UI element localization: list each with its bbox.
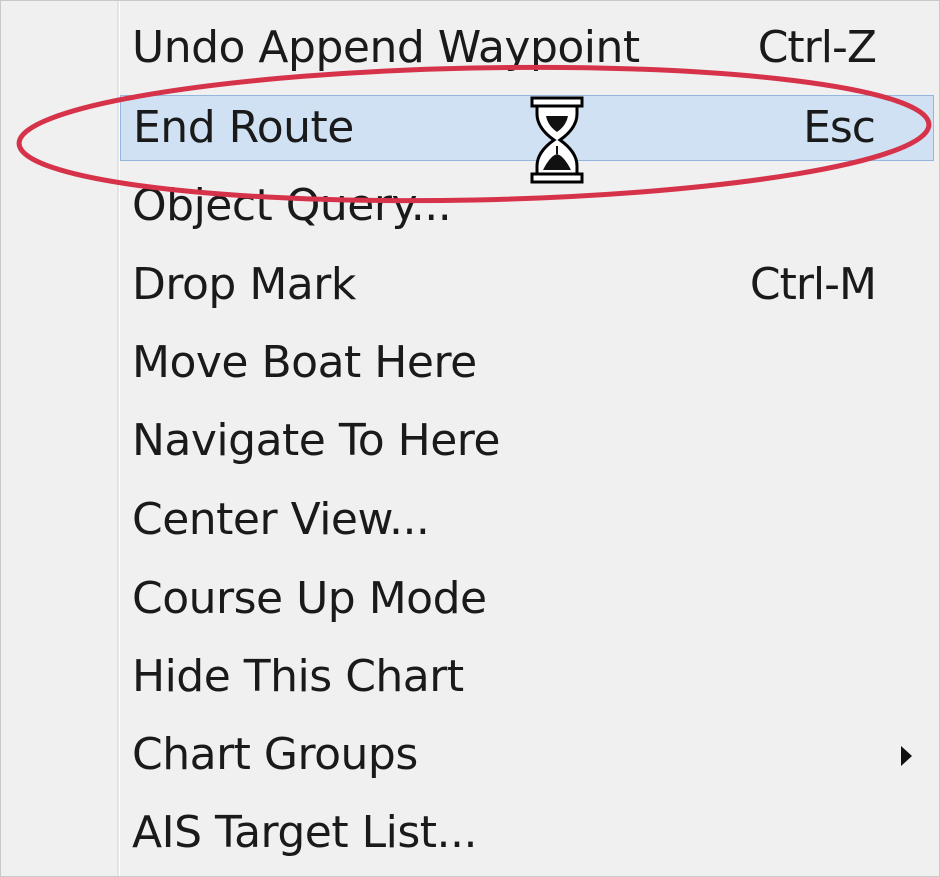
red-ellipse-highlight xyxy=(16,64,932,204)
hourglass-icon xyxy=(530,96,584,184)
